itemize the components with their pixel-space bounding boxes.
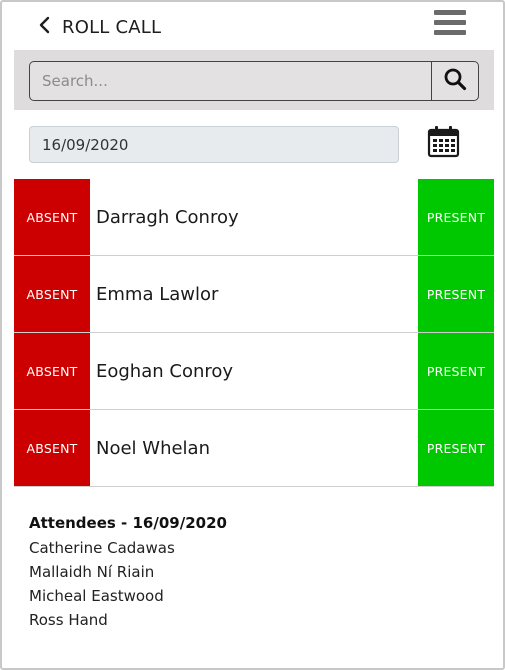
student-name: Darragh Conroy xyxy=(96,206,239,228)
student-row: ABSENT Noel Whelan PRESENT xyxy=(14,410,494,487)
absent-button[interactable]: ABSENT xyxy=(14,410,90,486)
present-button[interactable]: PRESENT xyxy=(418,179,494,255)
app-header: ROLL CALL xyxy=(14,2,494,50)
present-button[interactable]: PRESENT xyxy=(418,410,494,486)
attendees-section: Attendees - 16/09/2020 Catherine Cadawas… xyxy=(29,514,469,632)
absent-button[interactable]: ABSENT xyxy=(14,179,90,255)
present-button[interactable]: PRESENT xyxy=(418,333,494,409)
attendees-heading-date: 16/09/2020 xyxy=(132,514,227,532)
page-title: ROLL CALL xyxy=(62,16,162,38)
student-row: ABSENT Eoghan Conroy PRESENT xyxy=(14,333,494,410)
search-button[interactable] xyxy=(431,61,479,101)
attendee-item: Micheal Eastwood xyxy=(29,587,164,605)
attendee-item: Catherine Cadawas xyxy=(29,539,175,557)
absent-button[interactable]: ABSENT xyxy=(14,256,90,332)
attendees-heading: Attendees - 16/09/2020 xyxy=(29,514,227,532)
student-list: ABSENT Darragh Conroy PRESENT ABSENT Emm… xyxy=(14,179,494,487)
absent-button[interactable]: ABSENT xyxy=(14,333,90,409)
search-icon xyxy=(443,67,467,95)
calendar-icon[interactable] xyxy=(426,124,462,160)
hamburger-menu-icon[interactable] xyxy=(434,10,468,40)
student-row: ABSENT Darragh Conroy PRESENT xyxy=(14,179,494,256)
app-frame: ROLL CALL 16/09/2020 xyxy=(0,0,505,670)
student-name: Noel Whelan xyxy=(96,437,210,459)
search-input[interactable] xyxy=(29,61,433,101)
chevron-left-icon xyxy=(38,16,52,38)
back-button[interactable]: ROLL CALL xyxy=(38,14,178,40)
search-bar xyxy=(14,50,494,110)
attendee-item: Mallaidh Ní Riain xyxy=(29,563,155,581)
date-field[interactable]: 16/09/2020 xyxy=(29,126,399,163)
student-row: ABSENT Emma Lawlor PRESENT xyxy=(14,256,494,333)
attendee-item: Ross Hand xyxy=(29,611,108,629)
present-button[interactable]: PRESENT xyxy=(418,256,494,332)
student-name: Emma Lawlor xyxy=(96,283,219,305)
attendees-heading-label: Attendees xyxy=(29,514,116,532)
student-name: Eoghan Conroy xyxy=(96,360,234,382)
